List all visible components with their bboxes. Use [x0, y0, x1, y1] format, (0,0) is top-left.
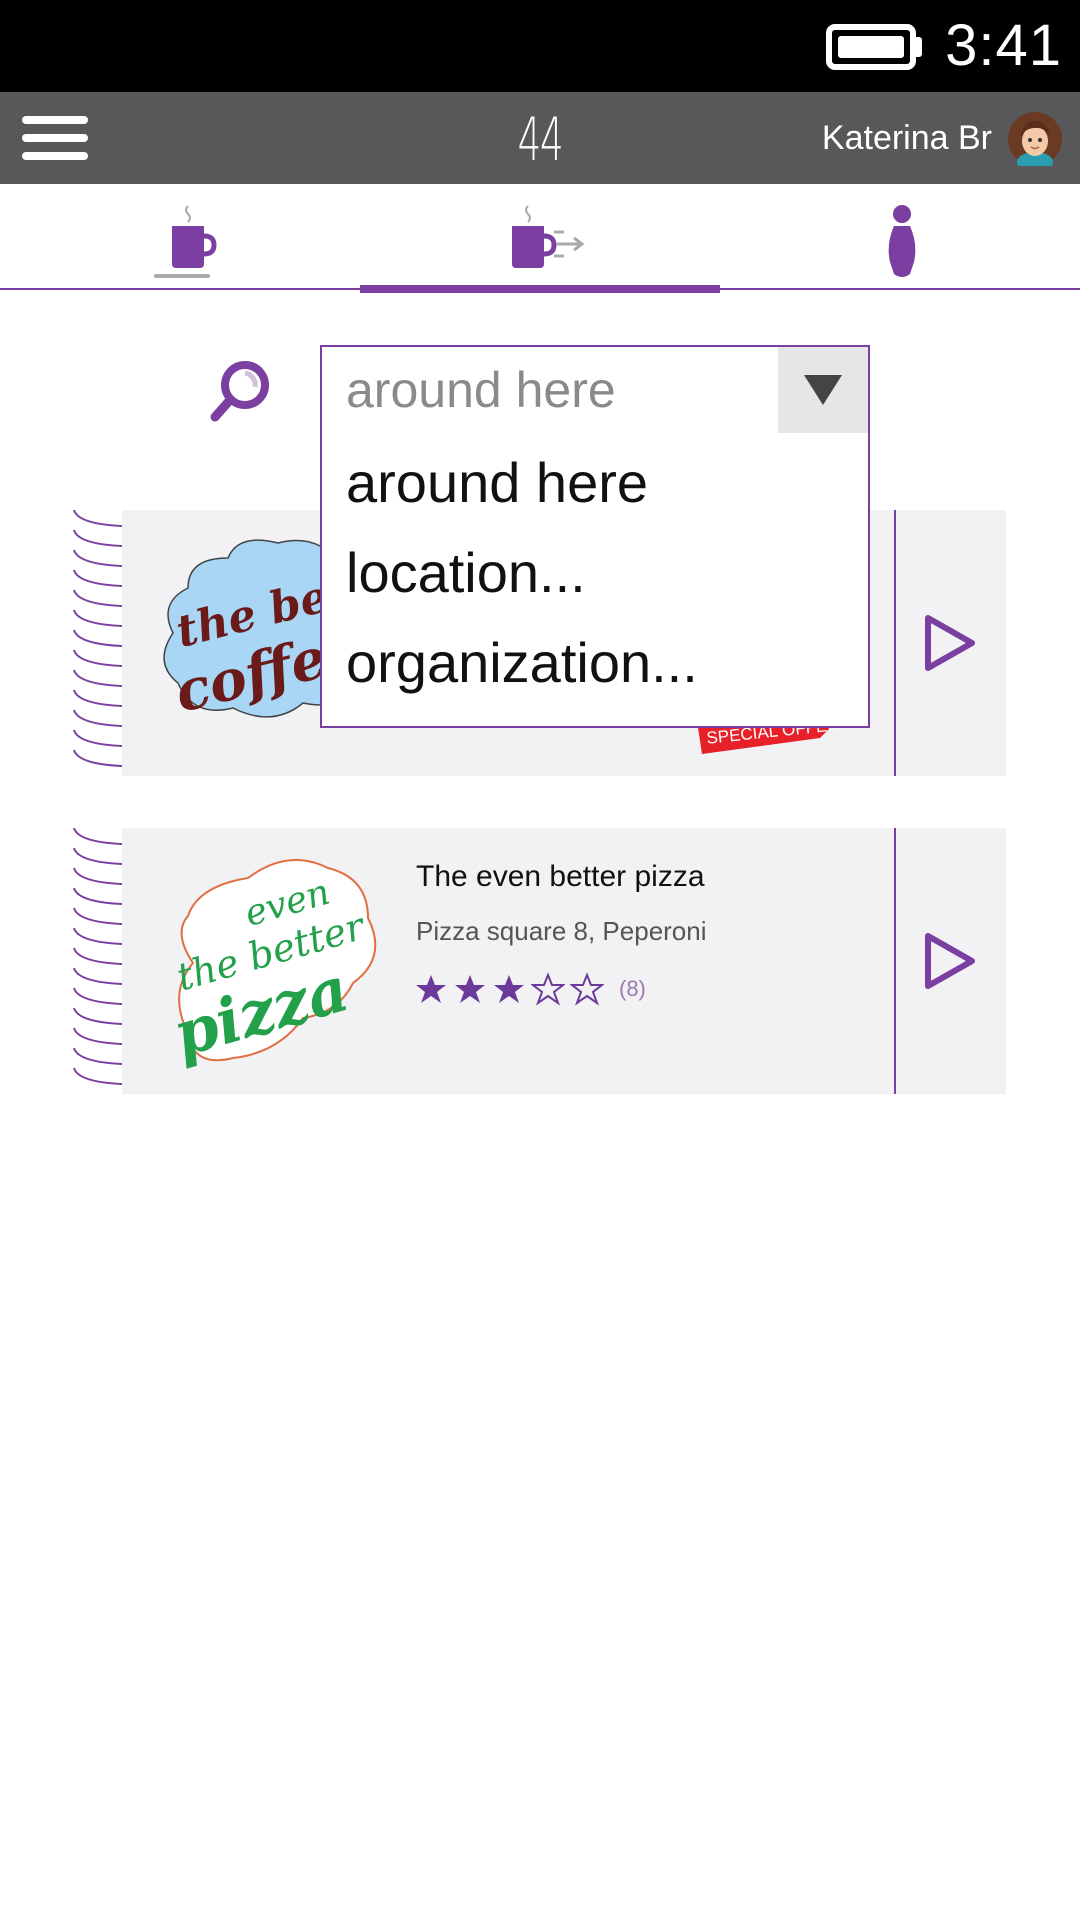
- user-name[interactable]: Katerina Br: [822, 92, 992, 184]
- search-scope-dropdown-menu: around here location... organization...: [320, 433, 870, 728]
- venue-address: Pizza square 8, Peperoni: [416, 916, 707, 946]
- status-clock: 3:41: [945, 13, 1062, 78]
- star-empty-icon: [531, 972, 565, 1006]
- star-filled-icon: [455, 975, 485, 1003]
- dropdown-option-around-here[interactable]: around here: [346, 443, 648, 523]
- person-icon: [888, 205, 916, 277]
- app-title: 44 TREATS: [478, 105, 613, 255]
- coffee-to-go-icon: [512, 205, 585, 268]
- rating-count: (8): [619, 976, 646, 1001]
- play-icon[interactable]: [922, 612, 978, 674]
- triangle-down-icon: [804, 375, 842, 405]
- card-edge-decoration: [73, 828, 123, 1085]
- hamburger-menu-icon[interactable]: [22, 116, 88, 160]
- star-empty-icon: [570, 972, 604, 1006]
- tab-coffee-to-go[interactable]: [360, 184, 720, 284]
- dropdown-option-organization[interactable]: organization...: [346, 623, 698, 703]
- pizza-shop-logo: even the better pizza: [165, 859, 377, 1071]
- tab-profile[interactable]: [720, 184, 1080, 284]
- battery-full-icon: [826, 24, 916, 70]
- star-filled-icon: [494, 975, 524, 1003]
- battery-tip: [916, 37, 922, 57]
- search-icon[interactable]: [205, 355, 275, 425]
- card-divider: [894, 828, 896, 1094]
- search-scope-value: around here: [346, 362, 616, 418]
- dropdown-option-location[interactable]: location...: [346, 533, 586, 613]
- star-filled-icon: [416, 975, 446, 1003]
- rating-stars: (8): [414, 972, 646, 1006]
- venue-card[interactable]: even the better pizza The even better pi…: [72, 828, 1006, 1094]
- status-bar: 3:41: [0, 0, 1080, 92]
- card-divider: [894, 510, 896, 776]
- search-scope-select[interactable]: around here: [320, 345, 870, 435]
- tab-coffee[interactable]: [0, 184, 360, 284]
- tab-selected-indicator: [360, 285, 720, 293]
- play-icon[interactable]: [922, 930, 978, 992]
- dropdown-toggle-button[interactable]: [778, 347, 868, 433]
- coffee-cup-icon: [154, 205, 217, 278]
- venue-name: The even better pizza: [416, 860, 705, 893]
- user-avatar[interactable]: [1008, 112, 1062, 166]
- card-edge-decoration: [73, 510, 123, 767]
